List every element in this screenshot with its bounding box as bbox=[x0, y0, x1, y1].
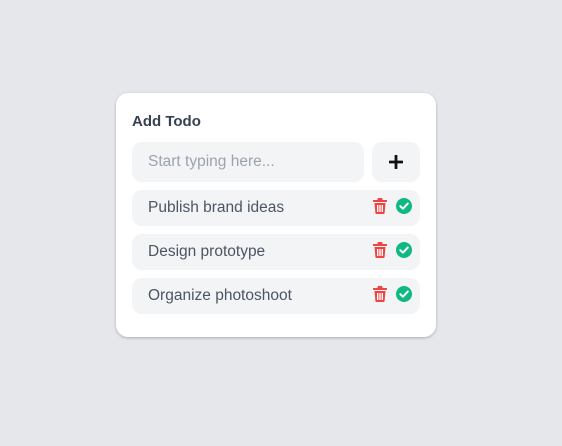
check-circle-icon[interactable] bbox=[396, 242, 412, 258]
todo-text: Design prototype bbox=[148, 243, 266, 260]
todo-text: Organize photoshoot bbox=[148, 287, 292, 304]
todo-item: Design prototype bbox=[132, 234, 420, 270]
add-todo-button[interactable] bbox=[372, 142, 420, 182]
new-todo-row bbox=[132, 142, 420, 182]
check-circle-icon[interactable] bbox=[396, 198, 412, 214]
todo-actions bbox=[372, 198, 412, 214]
trash-icon[interactable] bbox=[372, 286, 388, 302]
card-title: Add Todo bbox=[132, 113, 201, 130]
check-circle-icon[interactable] bbox=[396, 286, 412, 302]
todo-input[interactable] bbox=[132, 142, 364, 182]
trash-icon[interactable] bbox=[372, 198, 388, 214]
plus-icon bbox=[388, 154, 404, 170]
todo-text: Publish brand ideas bbox=[148, 199, 285, 216]
trash-icon[interactable] bbox=[372, 242, 388, 258]
todo-actions bbox=[372, 286, 412, 302]
todo-item: Publish brand ideas bbox=[132, 190, 420, 226]
todo-item: Organize photoshoot bbox=[132, 278, 420, 314]
add-todo-card: Add Todo Publish brand ideas bbox=[116, 93, 436, 337]
todo-actions bbox=[372, 242, 412, 258]
todo-list: Publish brand ideas Design prototype Org… bbox=[132, 190, 420, 314]
